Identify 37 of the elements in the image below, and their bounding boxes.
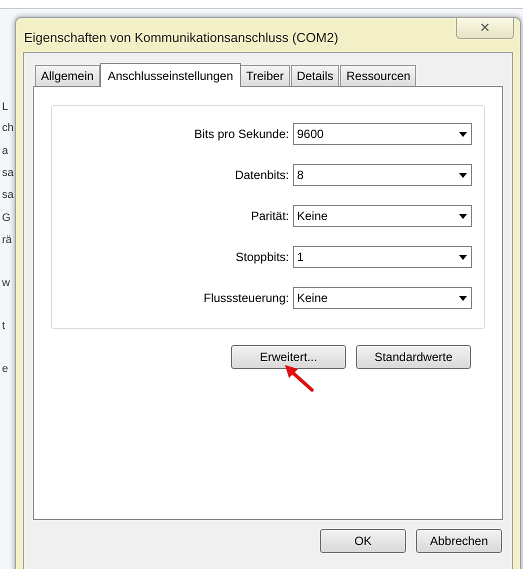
window-title: Eigenschaften von Kommunikationsanschluss (COM2) bbox=[24, 29, 338, 47]
dropdown-arrow-icon bbox=[459, 132, 467, 136]
background-text: a bbox=[2, 145, 8, 158]
arrow-icon bbox=[282, 362, 314, 392]
dialog-button[interactable]: Abbrechen bbox=[416, 529, 502, 553]
background-text: L bbox=[2, 101, 8, 114]
dropdown-field[interactable]: Keine bbox=[293, 287, 472, 309]
close-button[interactable]: ✕ bbox=[456, 17, 514, 39]
dropdown-arrow-icon bbox=[459, 172, 467, 178]
setting-label: Parität: bbox=[250, 208, 289, 225]
background-text: G bbox=[2, 212, 11, 225]
tab[interactable]: Ressourcen bbox=[340, 65, 416, 86]
background-text: sa bbox=[2, 189, 14, 202]
tab[interactable]: Details bbox=[290, 65, 340, 86]
dropdown-field[interactable]: 1 bbox=[293, 246, 472, 268]
dropdown-field[interactable]: 8 bbox=[293, 164, 472, 186]
background-text: rä bbox=[2, 234, 12, 247]
dropdown-arrow-icon bbox=[459, 214, 467, 218]
tab[interactable]: Allgemein bbox=[35, 65, 100, 86]
dropdown-arrow-icon bbox=[459, 296, 467, 300]
dialog-button[interactable]: OK bbox=[320, 529, 406, 553]
background-text: t bbox=[2, 320, 6, 333]
background-text: ch bbox=[2, 122, 14, 135]
setting-label: Flusssteuerung: bbox=[204, 290, 289, 307]
setting-label: Bits pro Sekunde: bbox=[194, 126, 289, 143]
background-text: e bbox=[2, 363, 8, 376]
setting-label: Stoppbits: bbox=[236, 249, 289, 266]
panel-button[interactable]: Standardwerte bbox=[356, 345, 471, 369]
dropdown-field[interactable]: 9600 bbox=[293, 123, 472, 145]
tab[interactable]: Treiber bbox=[240, 65, 290, 86]
panel-button[interactable]: Erweitert... bbox=[231, 345, 346, 369]
setting-label: Datenbits: bbox=[234, 167, 289, 184]
dropdown-arrow-icon bbox=[459, 254, 467, 260]
tab[interactable]: Anschlusseinstellungen bbox=[100, 63, 242, 87]
dropdown-field[interactable]: Keine bbox=[293, 205, 472, 227]
background-text: sa bbox=[2, 167, 14, 180]
background-text: w bbox=[2, 277, 10, 290]
